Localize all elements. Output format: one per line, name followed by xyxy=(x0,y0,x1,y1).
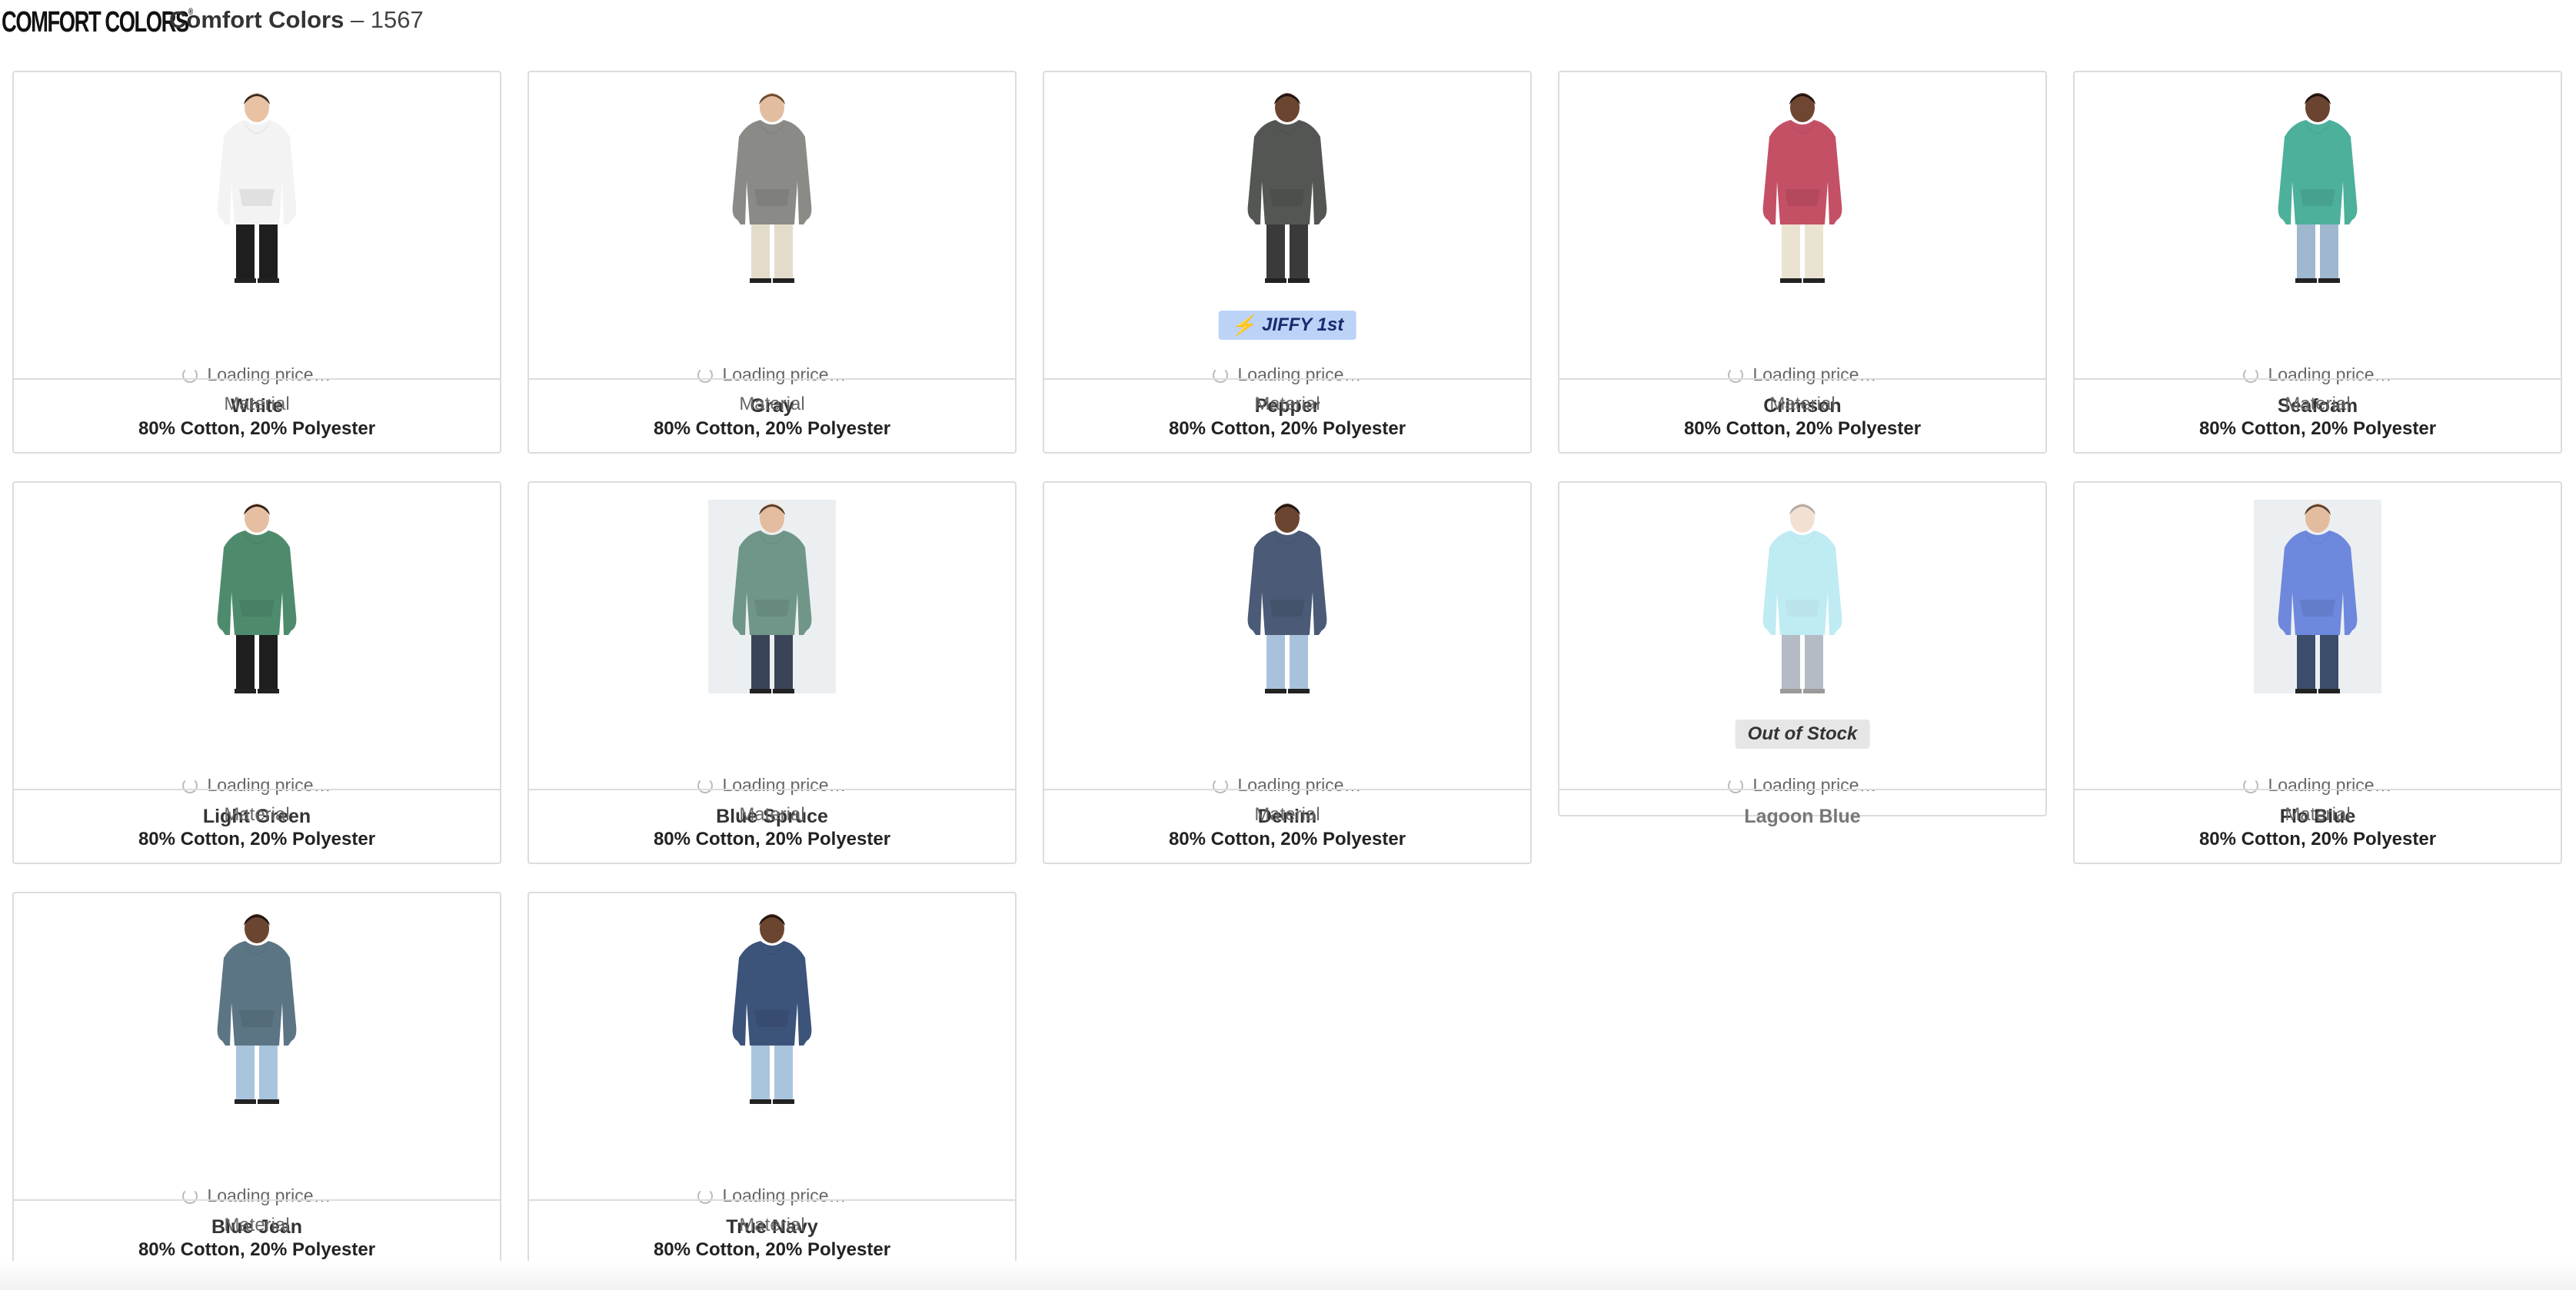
material-label: Material xyxy=(739,1215,805,1235)
product-card-top[interactable]: ⚡ JIFFY 1st Loading price… Pepper xyxy=(1044,72,1530,417)
product-model-image xyxy=(217,504,297,693)
material-label: Material xyxy=(739,394,805,414)
brand-logo[interactable]: COMFORT COLORS® xyxy=(2,6,193,39)
material-section: Material 80% Cotton, 20% Polyester xyxy=(14,378,500,455)
product-model-image xyxy=(1762,93,1842,283)
page-title: Comfort Colors – 1567 xyxy=(169,6,424,34)
product-card[interactable]: Loading price… True Navy Material 80% Co… xyxy=(528,892,1017,1275)
product-image[interactable] xyxy=(708,910,836,1104)
product-card[interactable]: Loading price… Seafoam Material 80% Cott… xyxy=(2073,71,2562,454)
product-card-top[interactable]: Loading price… Seafoam xyxy=(2075,72,2561,417)
material-value: 80% Cotton, 20% Polyester xyxy=(1683,418,1922,439)
product-card-top[interactable]: Loading price… Crimson xyxy=(1559,72,2045,417)
material-value: 80% Cotton, 20% Polyester xyxy=(653,418,891,439)
product-card[interactable]: Loading price… Denim Material 80% Cotton… xyxy=(1043,481,1532,864)
product-image[interactable] xyxy=(1223,500,1351,693)
material-section: Material 80% Cotton, 20% Polyester xyxy=(14,789,500,866)
material-value: 80% Cotton, 20% Polyester xyxy=(138,829,376,849)
product-model-image xyxy=(1247,504,1327,693)
material-label: Material xyxy=(739,804,805,825)
product-card[interactable]: ⚡ JIFFY 1st Loading price… Pepper Materi… xyxy=(1043,71,1532,454)
material-value: 80% Cotton, 20% Polyester xyxy=(2198,418,2437,439)
scroll-fade xyxy=(0,1261,2576,1290)
product-card-top[interactable]: Loading price… Light Green xyxy=(14,483,500,827)
material-label: Material xyxy=(1254,394,1320,414)
product-image[interactable] xyxy=(193,89,321,283)
product-card[interactable]: Loading price… Gray Material 80% Cotton,… xyxy=(528,71,1017,454)
material-value: 80% Cotton, 20% Polyester xyxy=(2198,829,2437,849)
material-value: 80% Cotton, 20% Polyester xyxy=(653,829,891,849)
product-model-image xyxy=(2278,93,2358,283)
product-card[interactable]: Out of Stock Loading price… Lagoon Blue xyxy=(1558,481,2047,827)
brand-title: Comfort Colors xyxy=(169,6,344,33)
color-name[interactable]: Lagoon Blue xyxy=(1559,806,2045,828)
product-image[interactable] xyxy=(193,910,321,1104)
material-value: 80% Cotton, 20% Polyester xyxy=(138,1239,376,1260)
loading-spinner-icon xyxy=(1728,777,1744,793)
product-card[interactable]: Loading price… Light Green Material 80% … xyxy=(12,481,501,864)
product-model-image xyxy=(2278,504,2358,693)
jiffy-logo-icon: ⚡ xyxy=(1230,313,1256,337)
material-section: Material 80% Cotton, 20% Polyester xyxy=(1559,378,2045,455)
product-card-top[interactable]: Loading price… White xyxy=(14,72,500,417)
product-model-image xyxy=(1762,504,1842,693)
product-card[interactable]: Loading price… Flo Blue Material 80% Cot… xyxy=(2073,481,2562,864)
product-image[interactable] xyxy=(2254,89,2381,283)
product-card-top[interactable]: Loading price… Blue Jean xyxy=(14,893,500,1238)
card-divider xyxy=(1559,789,2045,790)
material-label: Material xyxy=(2285,394,2351,414)
material-section: Material 80% Cotton, 20% Polyester xyxy=(529,789,1015,866)
product-image[interactable] xyxy=(708,500,836,693)
material-value: 80% Cotton, 20% Polyester xyxy=(1168,829,1406,849)
product-image[interactable] xyxy=(708,89,836,283)
product-image[interactable] xyxy=(2254,500,2381,693)
product-image[interactable] xyxy=(1223,89,1351,283)
product-model-image xyxy=(732,504,812,693)
product-image[interactable] xyxy=(193,500,321,693)
page-header: COMFORT COLORS® Comfort Colors – 1567 xyxy=(0,0,2576,46)
product-card-top[interactable]: Loading price… Denim xyxy=(1044,483,1530,827)
material-section: Material 80% Cotton, 20% Polyester xyxy=(1044,378,1530,455)
material-label: Material xyxy=(2285,804,2351,825)
product-card-top[interactable]: Loading price… True Navy xyxy=(529,893,1015,1238)
product-model-image xyxy=(217,914,297,1104)
product-image[interactable] xyxy=(1739,500,1866,693)
product-card-top[interactable]: Loading price… Blue Spruce xyxy=(529,483,1015,827)
product-image[interactable] xyxy=(1739,89,1866,283)
material-section: Material 80% Cotton, 20% Polyester xyxy=(2075,789,2561,866)
product-model-image xyxy=(217,93,297,283)
style-number: – 1567 xyxy=(350,6,424,33)
product-card[interactable]: Loading price… Crimson Material 80% Cott… xyxy=(1558,71,2047,454)
jiffy-badge: ⚡ JIFFY 1st xyxy=(1218,311,1356,340)
material-label: Material xyxy=(224,804,290,825)
product-card-top[interactable]: Loading price… Gray xyxy=(529,72,1015,417)
out-of-stock-badge: Out of Stock xyxy=(1735,720,1870,749)
product-card[interactable]: Loading price… White Material 80% Cotton… xyxy=(12,71,501,454)
material-label: Material xyxy=(224,1215,290,1235)
product-card[interactable]: Loading price… Blue Jean Material 80% Co… xyxy=(12,892,501,1275)
product-model-image xyxy=(732,914,812,1104)
material-label: Material xyxy=(224,394,290,414)
material-value: 80% Cotton, 20% Polyester xyxy=(653,1239,891,1260)
material-section: Material 80% Cotton, 20% Polyester xyxy=(2075,378,2561,455)
product-card-top[interactable]: Loading price… Flo Blue xyxy=(2075,483,2561,827)
product-model-image xyxy=(732,93,812,283)
product-card-top[interactable]: Out of Stock Loading price… Lagoon Blue xyxy=(1559,483,2045,827)
material-value: 80% Cotton, 20% Polyester xyxy=(1168,418,1406,439)
material-value: 80% Cotton, 20% Polyester xyxy=(138,418,376,439)
product-model-image xyxy=(1247,93,1327,283)
material-section: Material 80% Cotton, 20% Polyester xyxy=(529,378,1015,455)
material-label: Material xyxy=(1769,394,1835,414)
price-loading: Loading price… xyxy=(1559,775,2045,796)
material-label: Material xyxy=(1254,804,1320,825)
material-section: Material 80% Cotton, 20% Polyester xyxy=(1044,789,1530,866)
product-card[interactable]: Loading price… Blue Spruce Material 80% … xyxy=(528,481,1017,864)
